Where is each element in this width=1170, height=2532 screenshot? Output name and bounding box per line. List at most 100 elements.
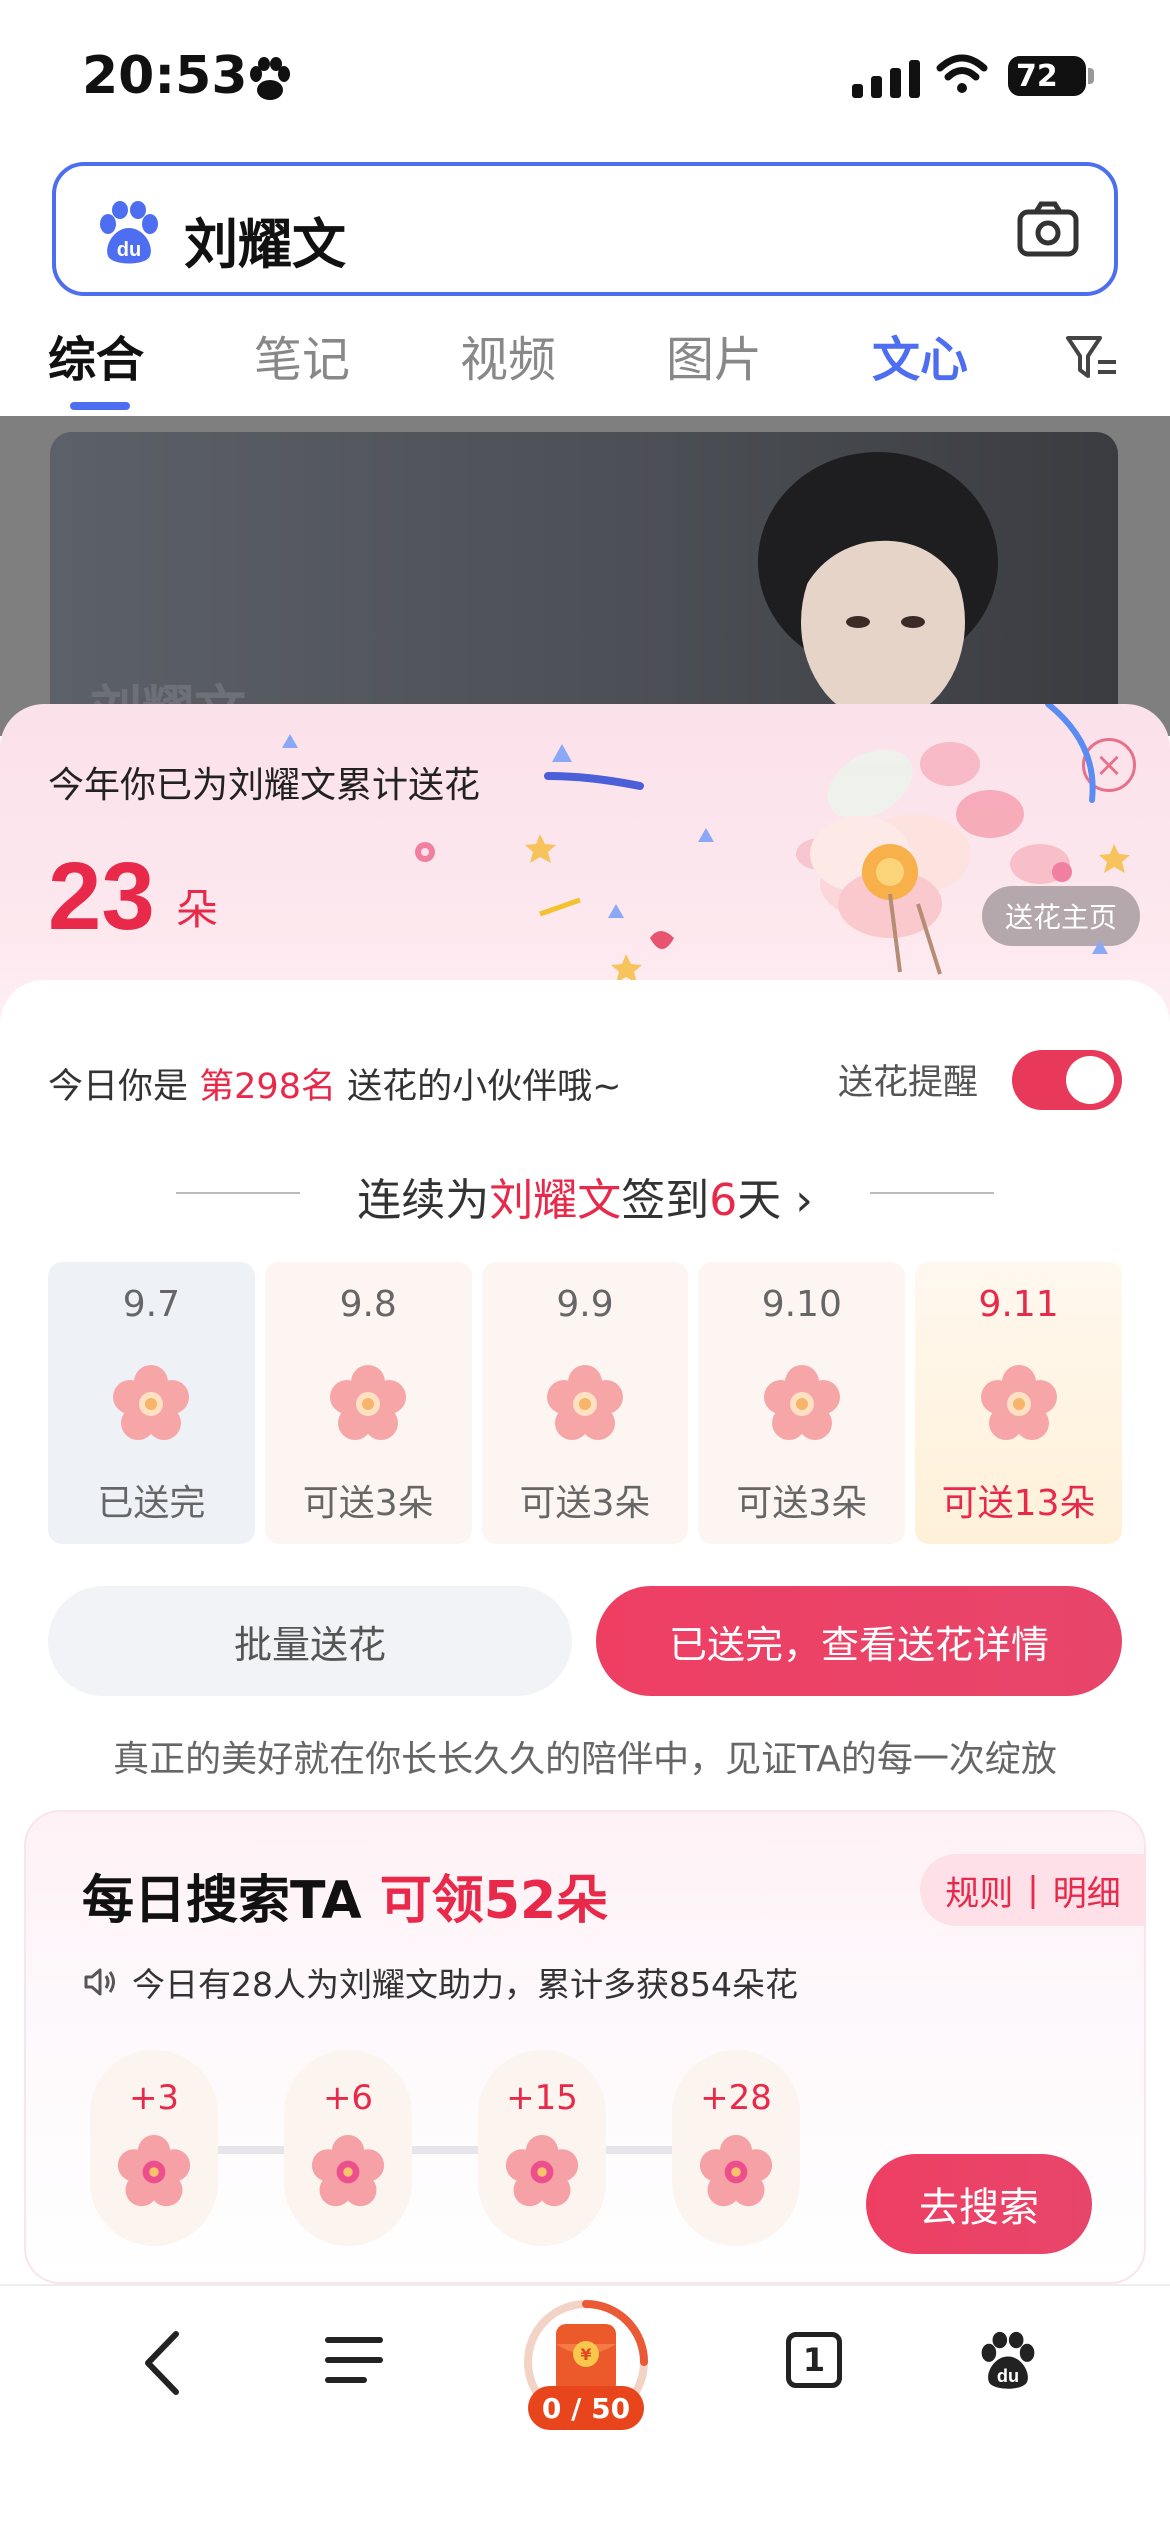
tab-label: 笔记 xyxy=(254,332,351,388)
reward-amount: +6 xyxy=(322,2078,374,2118)
detail-link[interactable]: 明细 xyxy=(1053,1866,1121,1915)
flower-icon xyxy=(763,1365,840,1440)
rank-suffix: 送花的小伙伴哦~ xyxy=(347,1067,622,1107)
day-status: 可送3朵 xyxy=(302,1483,434,1524)
daily-rank-text: 今日你是 第298名 送花的小伙伴哦~ xyxy=(48,1058,621,1109)
active-tab-indicator xyxy=(70,402,130,410)
flower-icon xyxy=(113,1365,190,1440)
flower-icon xyxy=(546,1365,623,1440)
day-status: 可送3朵 xyxy=(736,1483,868,1524)
cellular-signal-icon xyxy=(852,56,920,98)
streak-text: 连续为刘耀文签到6天 › xyxy=(0,1164,1170,1228)
pill-divider: | xyxy=(1027,1870,1039,1910)
reward-amount: +3 xyxy=(128,2078,180,2118)
slogan-text: 真正的美好就在你长长久久的陪伴中，见证TA的每一次绽放 xyxy=(113,1739,1057,1780)
rules-link[interactable]: 规则 xyxy=(945,1866,1013,1915)
flower-icon xyxy=(330,1365,407,1440)
tab-videos[interactable]: 视频 xyxy=(460,320,556,390)
batch-gift-button[interactable]: 批量送花 xyxy=(48,1586,572,1696)
daily-search-task: 每日搜索TA 可领52朵 规则 | 明细 今日有28人为刘耀文助力，累计多获85… xyxy=(24,1810,1146,2284)
search-query-text[interactable]: 刘耀文 xyxy=(184,200,346,279)
confetti-decoration xyxy=(282,704,1130,983)
speaker-icon xyxy=(84,1968,115,1996)
progress-segment xyxy=(606,2146,672,2154)
tab-label: 图片 xyxy=(666,332,763,388)
svg-text:du: du xyxy=(117,239,141,261)
day-card[interactable]: 9.9 可送3朵 xyxy=(481,1262,689,1544)
progress-segment xyxy=(218,2146,284,2154)
reward-step: +28 xyxy=(672,2050,800,2246)
day-card-today[interactable]: 9.11 可送13朵 xyxy=(915,1262,1122,1544)
svg-text:du: du xyxy=(997,2366,1019,2386)
wifi-icon xyxy=(936,54,988,93)
day-date: 9.9 xyxy=(556,1284,614,1325)
toggle-knob xyxy=(1066,1056,1114,1104)
reward-step: +6 xyxy=(284,2050,412,2246)
flower-icon xyxy=(505,2134,579,2207)
checkin-streak[interactable]: 连续为刘耀文签到6天 › xyxy=(0,1160,1170,1226)
progress-segment xyxy=(412,2146,478,2154)
tab-images[interactable]: 图片 xyxy=(666,320,762,390)
streak-days: 6 xyxy=(709,1175,738,1226)
flower-icon xyxy=(117,2134,191,2207)
streak-name: 刘耀文 xyxy=(489,1175,622,1226)
daily-flower-calendar: 9.7 已送完 9.8 可送3朵 9.9 可送3朵 9.10 可送3朵 9.11 xyxy=(48,1262,1122,1544)
streak-prefix: 连续为 xyxy=(357,1175,490,1226)
tab-label: 视频 xyxy=(460,332,557,388)
day-date: 9.11 xyxy=(978,1284,1059,1325)
reward-step: +15 xyxy=(478,2050,606,2246)
rank-value: 第298名 xyxy=(199,1067,336,1107)
camera-search-icon[interactable] xyxy=(1016,198,1080,262)
baidu-logo-icon: du xyxy=(100,201,158,264)
helper-notice: 今日有28人为刘耀文助力，累计多获854朵花 xyxy=(82,1958,798,2006)
gift-detail-button[interactable]: 已送完，查看送花详情 xyxy=(596,1586,1122,1696)
search-tabs: 综合 笔记 视频 图片 文心 xyxy=(0,320,1170,416)
flower-reminder-toggle[interactable] xyxy=(1012,1050,1122,1110)
tab-comprehensive[interactable]: 综合 xyxy=(48,320,145,410)
battery-indicator: 72 xyxy=(1008,56,1094,96)
daily-title-text: 每日搜索TA xyxy=(82,1871,362,1931)
tabs-count-icon[interactable]: 1 xyxy=(786,2332,842,2388)
flower-gift-sheet: 今年你已为刘耀文累计送花 23 朵 × 送花主页 今日你是 第298名 送花的小… xyxy=(0,704,1170,2284)
reward-amount: +28 xyxy=(700,2078,772,2118)
flower-icon xyxy=(980,1365,1057,1440)
go-search-button[interactable]: 去搜索 xyxy=(866,2154,1092,2254)
streak-middle: 签到 xyxy=(621,1175,710,1226)
day-date: 9.7 xyxy=(122,1284,181,1325)
tab-notes[interactable]: 笔记 xyxy=(254,320,350,390)
back-icon[interactable] xyxy=(138,2328,188,2398)
paw-icon xyxy=(250,57,290,100)
flower-reminder-label: 送花提醒 xyxy=(838,1063,979,1103)
search-box[interactable]: du 刘耀文 xyxy=(52,162,1118,296)
day-card[interactable]: 9.7 已送完 xyxy=(48,1262,255,1544)
tab-wenxin[interactable]: 文心 xyxy=(872,320,968,390)
day-status: 可送3朵 xyxy=(519,1483,651,1524)
day-date: 9.8 xyxy=(339,1284,397,1325)
daily-search-title: 每日搜索TA 可领52朵 xyxy=(82,1858,608,1933)
flower-icon xyxy=(699,2134,773,2207)
bottom-navigation: ¥ 0 / 50 1 du xyxy=(0,2284,1170,2532)
menu-icon[interactable] xyxy=(324,2328,384,2392)
day-status: 可送13朵 xyxy=(941,1483,1096,1524)
day-card[interactable]: 9.10 可送3朵 xyxy=(698,1262,906,1544)
flower-icon xyxy=(311,2134,385,2207)
helper-text: 今日有28人为刘耀文助力，累计多获854朵花 xyxy=(132,1965,798,2004)
day-card[interactable]: 9.8 可送3朵 xyxy=(264,1262,472,1544)
day-date: 9.10 xyxy=(761,1284,842,1325)
filter-icon[interactable] xyxy=(1064,330,1120,386)
rank-prefix: 今日你是 xyxy=(48,1067,189,1107)
baidu-home-icon[interactable]: du xyxy=(978,2330,1038,2392)
reward-step: +3 xyxy=(90,2050,218,2246)
svg-text:¥: ¥ xyxy=(580,2345,591,2364)
daily-reward-text: 可领52朵 xyxy=(379,1871,609,1931)
rule-detail-pill: 规则 | 明细 xyxy=(920,1854,1146,1926)
day-status: 已送完 xyxy=(97,1483,206,1524)
tab-label: 文心 xyxy=(872,332,969,388)
reward-amount: +15 xyxy=(506,2078,578,2118)
tab-label: 综合 xyxy=(48,332,145,388)
status-time: 20:53 xyxy=(82,46,248,106)
streak-suffix: 天 › xyxy=(737,1175,813,1226)
red-packet-count: 0 / 50 xyxy=(528,2386,644,2430)
status-bar: 20:53 72 xyxy=(0,0,1170,150)
gift-card: 今日你是 第298名 送花的小伙伴哦~ 送花提醒 连续为刘耀文签到6天 › 9.… xyxy=(0,980,1170,2284)
